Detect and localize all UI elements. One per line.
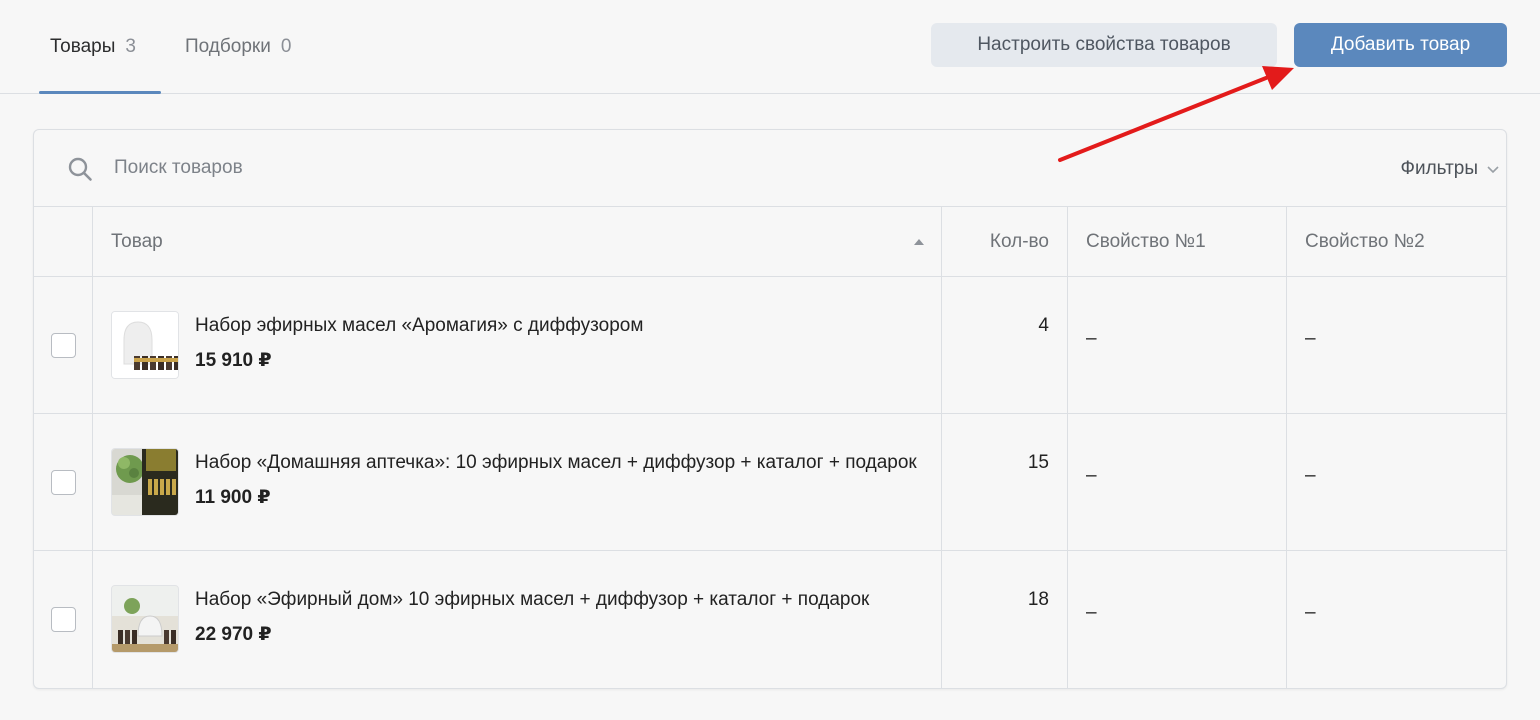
product-quantity: 18 <box>1027 589 1049 610</box>
row-checkbox[interactable] <box>51 333 76 358</box>
search-row: Фильтры <box>34 130 1506 207</box>
tab-goods-label: Товары <box>50 35 116 57</box>
column-header-product-label: Товар <box>111 230 163 252</box>
product-price: 15 910 ₽ <box>195 350 272 371</box>
property-2-value: – <box>1305 465 1316 486</box>
property-2-value: – <box>1305 602 1316 623</box>
filters-label: Фильтры <box>1400 158 1478 179</box>
product-price: 11 900 ₽ <box>195 487 271 508</box>
search-input[interactable] <box>114 148 914 188</box>
property-2-value: – <box>1305 328 1316 349</box>
table-row[interactable]: Набор «Эфирный дом» 10 эфирных масел + д… <box>34 550 1506 687</box>
table-row[interactable]: Набор «Домашняя аптечка»: 10 эфирных мас… <box>34 413 1506 550</box>
top-tab-bar: Товары 3 Подборки 0 Настроить свойства т… <box>0 0 1540 94</box>
product-thumbnail[interactable] <box>111 311 179 379</box>
property-1-value: – <box>1086 602 1097 623</box>
configure-properties-button[interactable]: Настроить свойства товаров <box>931 23 1277 67</box>
tab-collections[interactable]: Подборки 0 <box>185 0 291 93</box>
row-checkbox[interactable] <box>51 470 76 495</box>
row-checkbox[interactable] <box>51 607 76 632</box>
column-header-property-2[interactable]: Свойство №2 <box>1305 207 1505 276</box>
table-row[interactable]: Набор эфирных масел «Аромагия» с диффузо… <box>34 276 1506 413</box>
sort-up-icon <box>914 238 924 245</box>
product-thumbnail[interactable] <box>111 448 179 516</box>
tab-collections-label: Подборки <box>185 35 271 57</box>
product-name[interactable]: Набор «Эфирный дом» 10 эфирных масел + д… <box>195 589 941 611</box>
add-product-button[interactable]: Добавить товар <box>1294 23 1507 67</box>
product-image <box>112 312 178 378</box>
column-header-property-1[interactable]: Свойство №1 <box>1086 207 1286 276</box>
column-header-product[interactable]: Товар <box>111 207 941 276</box>
product-image <box>112 449 178 515</box>
product-thumbnail[interactable] <box>111 585 179 653</box>
product-quantity: 15 <box>1027 452 1049 473</box>
product-name[interactable]: Набор эфирных масел «Аромагия» с диффузо… <box>195 315 941 337</box>
product-price: 22 970 ₽ <box>195 624 272 645</box>
tab-goods[interactable]: Товары 3 <box>39 0 161 94</box>
filters-dropdown[interactable]: Фильтры <box>1401 156 1500 182</box>
tab-collections-count: 0 <box>280 35 292 57</box>
product-quantity: 4 <box>1038 315 1049 336</box>
column-header-quantity[interactable]: Кол-во <box>942 207 1049 276</box>
chevron-down-icon <box>1487 165 1499 173</box>
search-icon <box>68 157 92 181</box>
property-1-value: – <box>1086 328 1097 349</box>
tab-goods-count: 3 <box>125 35 136 57</box>
product-name[interactable]: Набор «Домашняя аптечка»: 10 эфирных мас… <box>195 452 941 474</box>
product-image <box>112 586 178 652</box>
property-1-value: – <box>1086 465 1097 486</box>
products-card: Фильтры Товар Кол-во Свойство №1 Свойств… <box>33 129 1507 689</box>
